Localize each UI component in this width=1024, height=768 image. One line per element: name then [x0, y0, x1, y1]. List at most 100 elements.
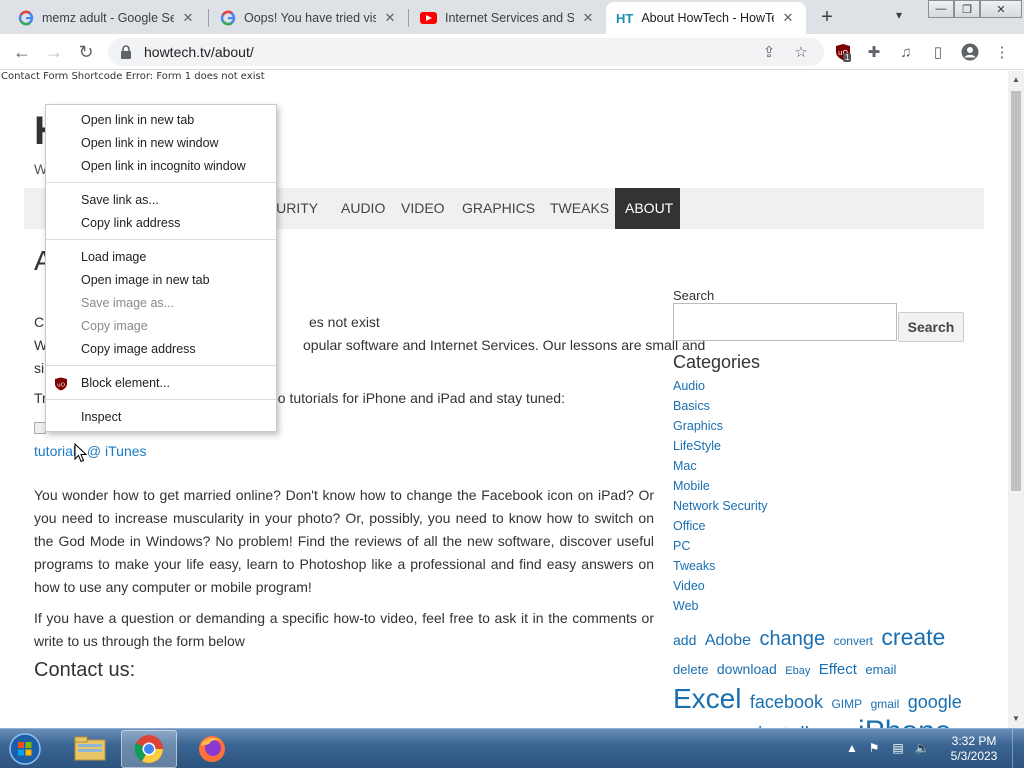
tag-link[interactable]: facebook [750, 692, 823, 712]
windows-taskbar: ▲ ⚑ ▤ 🔈 3:32 PM 5/3/2023 [0, 728, 1024, 768]
url-text: howtech.tv/about/ [144, 44, 254, 60]
nav-video[interactable]: VIDEO [391, 188, 455, 229]
tag-link[interactable]: convert [834, 634, 873, 648]
tag-link[interactable]: create [881, 624, 945, 650]
tag-link[interactable]: Ebay [785, 665, 810, 677]
menu-open-image-new-tab[interactable]: Open image in new tab [46, 269, 276, 292]
search-button[interactable]: Search [898, 312, 964, 342]
tab-memz-search[interactable]: memz adult - Google Sea ✕ [8, 2, 206, 34]
contact-heading: Contact us: [34, 659, 136, 681]
category-mobile[interactable]: Mobile [673, 479, 710, 493]
menu-inspect[interactable]: Inspect [46, 406, 276, 429]
address-bar[interactable]: howtech.tv/about/ ⇪ ☆ [108, 38, 824, 66]
taskbar-firefox[interactable] [184, 730, 240, 768]
start-orb-icon[interactable] [7, 732, 43, 766]
category-web[interactable]: Web [673, 599, 698, 613]
restore-button[interactable]: ❐ [954, 0, 980, 18]
menu-copy-image-address[interactable]: Copy image address [46, 338, 276, 361]
tag-link[interactable]: Effect [819, 661, 857, 678]
tag-link[interactable]: delete [673, 662, 708, 677]
side-panel-icon[interactable]: ▯ [928, 42, 948, 62]
chrome-icon [134, 735, 163, 763]
category-lifestyle[interactable]: LifeStyle [673, 439, 721, 453]
reload-icon[interactable]: ↻ [74, 40, 98, 64]
category-network-security[interactable]: Network Security [673, 499, 767, 513]
category-office[interactable]: Office [673, 519, 705, 533]
menu-open-link-incognito[interactable]: Open link in incognito window [46, 155, 276, 178]
tag-link[interactable]: Excel [673, 683, 741, 714]
scroll-down-arrow-icon[interactable]: ▼ [1012, 714, 1020, 723]
share-icon[interactable]: ⇪ [760, 43, 778, 61]
menu-save-link-as[interactable]: Save link as... [46, 189, 276, 212]
svg-text:uO: uO [57, 383, 65, 389]
profile-avatar-icon[interactable] [960, 42, 980, 62]
ublock-badge: 1 [843, 53, 852, 62]
tab-oops[interactable]: Oops! You have tried visit ✕ [210, 2, 408, 34]
show-desktop-button[interactable] [1012, 729, 1024, 768]
extensions-puzzle-icon[interactable]: ✚ [864, 42, 884, 62]
tag-link[interactable]: add [673, 632, 696, 648]
menu-open-link-new-tab[interactable]: Open link in new tab [46, 109, 276, 132]
new-tab-button[interactable]: + [816, 6, 838, 29]
tab-close-icon[interactable]: ✕ [780, 10, 796, 26]
google-icon [18, 10, 34, 26]
tray-show-hidden-icon[interactable]: ▲ [844, 741, 860, 757]
category-graphics[interactable]: Graphics [673, 419, 723, 433]
close-window-button[interactable]: ✕ [980, 0, 1022, 18]
tray-action-center-icon[interactable]: ⚑ [866, 741, 882, 757]
tab-howtech-about[interactable]: HT About HowTech - HowTec ✕ [606, 2, 806, 34]
taskbar-clock[interactable]: 3:32 PM 5/3/2023 [946, 734, 1002, 764]
tab-search-chevron-icon[interactable]: ▾ [896, 8, 902, 22]
tab-close-icon[interactable]: ✕ [580, 10, 596, 26]
tag-link[interactable]: gmail [871, 697, 900, 711]
minimize-button[interactable]: — [928, 0, 954, 18]
tag-link[interactable]: download [717, 661, 777, 677]
firefox-icon [199, 736, 225, 762]
nav-graphics[interactable]: GRAPHICS [452, 188, 545, 229]
tag-link[interactable]: GIMP [831, 697, 862, 711]
menu-open-link-new-window[interactable]: Open link in new window [46, 132, 276, 155]
menu-separator [46, 239, 276, 240]
tray-volume-icon[interactable]: 🔈 [914, 741, 930, 757]
forward-arrow-icon[interactable]: → [42, 40, 66, 64]
itunes-link[interactable]: tutorials @ iTunes [34, 440, 654, 463]
tab-close-icon[interactable]: ✕ [180, 10, 196, 26]
category-pc[interactable]: PC [673, 539, 690, 553]
menu-copy-link-address[interactable]: Copy link address [46, 212, 276, 235]
category-basics[interactable]: Basics [673, 399, 710, 413]
menu-load-image[interactable]: Load image [46, 246, 276, 269]
nav-tweaks[interactable]: TWEAKS [540, 188, 619, 229]
category-mac[interactable]: Mac [673, 459, 697, 473]
nav-about[interactable]: ABOUT [615, 188, 680, 229]
scroll-up-arrow-icon[interactable]: ▲ [1012, 75, 1020, 84]
tab-youtube[interactable]: Internet Services and Soc ✕ [410, 2, 606, 34]
category-tweaks[interactable]: Tweaks [673, 559, 715, 573]
tag-link[interactable]: iPhone [858, 715, 951, 729]
tag-link[interactable]: Adobe [705, 632, 751, 649]
tag-link[interactable]: change [760, 628, 826, 650]
tray-network-icon[interactable]: ▤ [890, 741, 906, 757]
tag-link[interactable]: google [908, 692, 962, 712]
taskbar-explorer[interactable] [62, 730, 118, 768]
context-menu: Open link in new tab Open link in new wi… [45, 104, 277, 432]
search-input[interactable] [673, 303, 897, 341]
category-video[interactable]: Video [673, 579, 705, 593]
nav-audio[interactable]: AUDIO [331, 188, 395, 229]
youtube-icon [420, 12, 437, 24]
scroll-thumb[interactable] [1011, 91, 1021, 491]
tab-title: memz adult - Google Sea [42, 11, 174, 25]
category-audio[interactable]: Audio [673, 379, 705, 393]
tab-close-icon[interactable]: ✕ [382, 10, 398, 26]
browser-window: memz adult - Google Sea ✕ Oops! You have… [0, 0, 1024, 768]
search-label: Search [673, 288, 715, 303]
menu-block-element[interactable]: uO Block element... [46, 372, 276, 395]
media-queue-icon[interactable]: ♫ [896, 42, 916, 62]
bookmark-star-icon[interactable]: ☆ [792, 43, 810, 61]
ublock-extension-icon[interactable]: uO 1 [833, 42, 853, 62]
mouse-cursor-icon [74, 443, 88, 463]
page-scrollbar[interactable]: ▲ ▼ [1008, 71, 1024, 728]
back-arrow-icon[interactable]: ← [10, 40, 34, 64]
taskbar-chrome[interactable] [121, 730, 177, 768]
menu-kebab-icon[interactable]: ⋮ [992, 42, 1012, 62]
tag-link[interactable]: email [865, 662, 896, 677]
